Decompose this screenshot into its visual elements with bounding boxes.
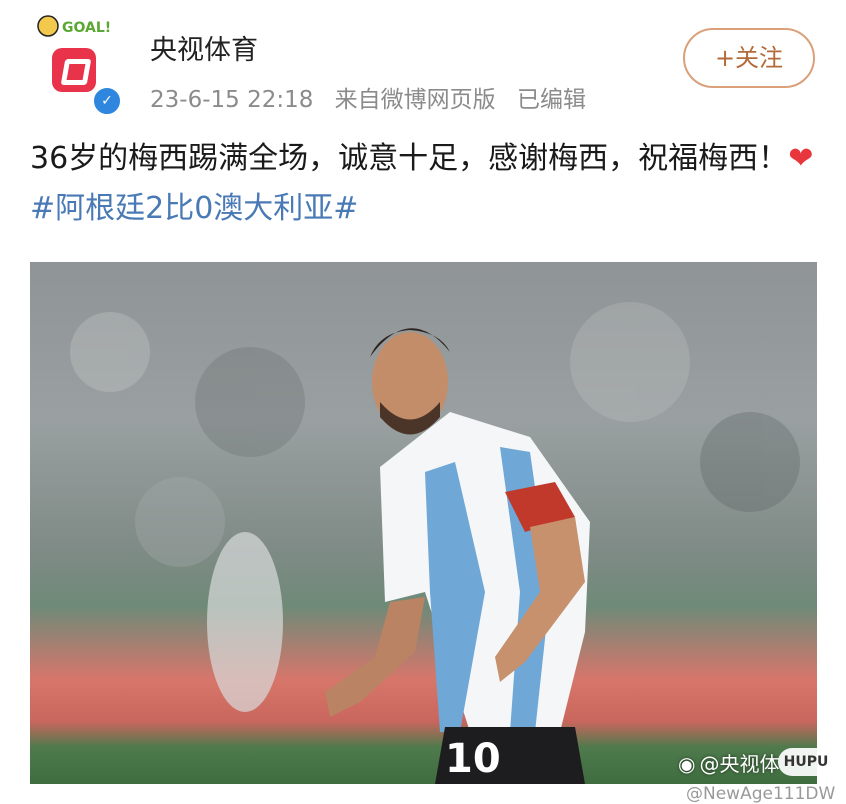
account-name[interactable]: 央视体育 [150, 28, 258, 67]
player-illustration: 10 [70, 302, 800, 784]
heart-icon: ❤ [788, 141, 814, 176]
verified-icon: ✓ [92, 86, 122, 116]
weibo-icon: ◉ [678, 752, 696, 776]
follow-button[interactable]: +关注 [683, 28, 815, 88]
hupu-badge: HUPU [778, 748, 834, 776]
svg-text:GOAL!: GOAL! [62, 20, 111, 36]
post-meta: 23-6-15 22:18 来自微博网页版 已编辑 [150, 80, 600, 114]
weibo-watermark: ◉ @央视体 [678, 748, 779, 777]
post-photo[interactable]: 10 [30, 262, 817, 784]
hashtag-link[interactable]: #阿根廷2比0澳大利亚# [30, 191, 358, 226]
avatar[interactable]: GOAL! ✓ [30, 8, 126, 116]
goal-badge-icon: GOAL! [37, 15, 111, 37]
source-handle: @NewAge111DW [686, 784, 836, 804]
post-source[interactable]: 来自微博网页版 [335, 87, 496, 113]
post-timestamp: 23-6-15 22:18 [150, 87, 314, 113]
watermark-text: @央视体 [699, 752, 780, 776]
post-body: 36岁的梅西踢满全场，诚意十足，感谢梅西，祝福梅西！ [30, 141, 789, 176]
post-text: 36岁的梅西踢满全场，诚意十足，感谢梅西，祝福梅西！❤ #阿根廷2比0澳大利亚# [30, 134, 820, 234]
edited-label: 已编辑 [516, 87, 586, 113]
jersey-number: 10 [445, 736, 501, 782]
cctv-sports-logo [52, 48, 96, 92]
